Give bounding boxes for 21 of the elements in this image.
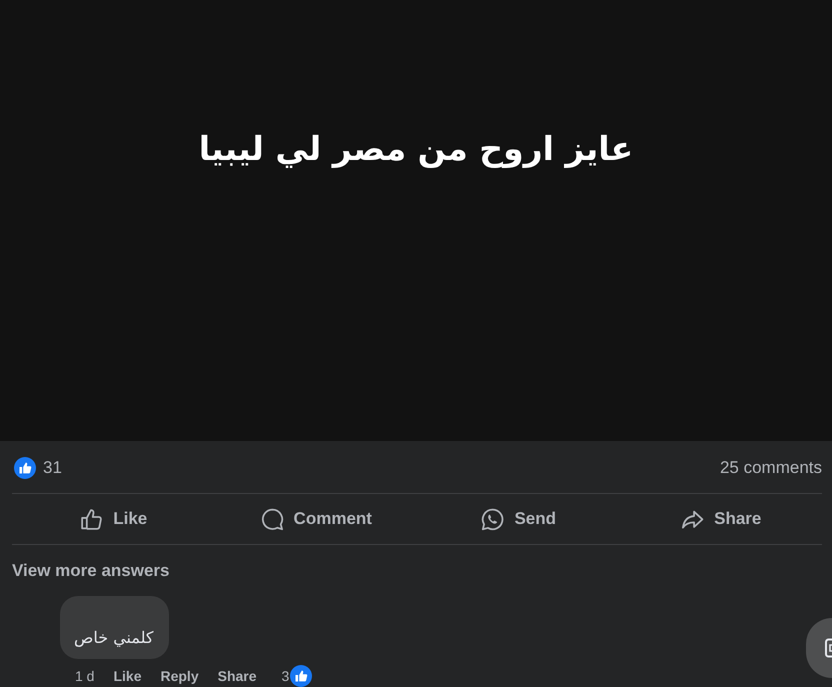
reaction-count[interactable]: 31 bbox=[43, 457, 62, 479]
floating-button[interactable] bbox=[806, 618, 832, 678]
comment-action-link[interactable]: Share bbox=[218, 668, 257, 684]
send-button[interactable]: Send bbox=[417, 494, 620, 544]
comment-time: 1 d bbox=[75, 668, 94, 684]
share-button[interactable]: Share bbox=[620, 494, 822, 544]
comment-reaction-count: 3 bbox=[282, 668, 290, 684]
chat-phone-icon bbox=[480, 506, 506, 532]
comments-count[interactable]: 25 comments bbox=[720, 457, 822, 479]
post-text: عايز اروح من مصر لي ليبيا bbox=[198, 128, 634, 170]
comment-action-link[interactable]: Like bbox=[113, 668, 142, 684]
view-more-link[interactable]: View more answers bbox=[12, 560, 170, 582]
square-icon bbox=[825, 638, 832, 658]
like-reaction-icon bbox=[290, 665, 312, 687]
thumbs-up-icon bbox=[79, 506, 104, 532]
speech-bubble-icon bbox=[260, 506, 285, 532]
like-reaction-icon[interactable] bbox=[14, 457, 36, 479]
comment-button[interactable]: Comment bbox=[214, 494, 417, 544]
comment-text: كلمني خاص bbox=[74, 627, 154, 649]
like-button[interactable]: Like bbox=[12, 494, 214, 544]
comment-action-link[interactable]: Reply bbox=[160, 668, 199, 684]
